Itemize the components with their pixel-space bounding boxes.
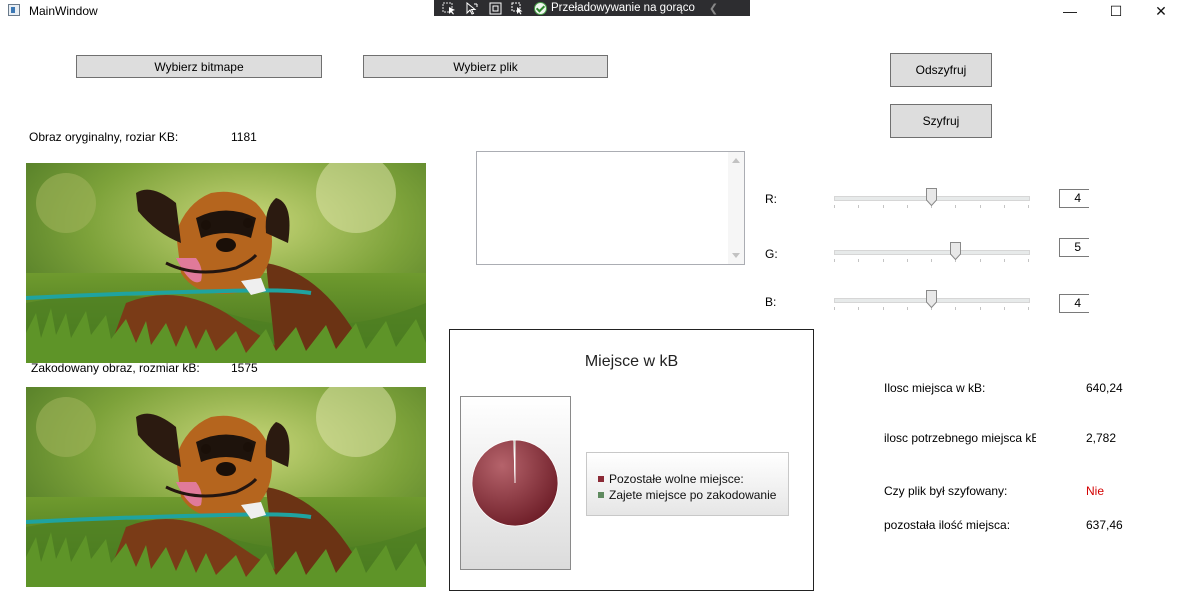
blue-value-box[interactable]: 4 [1059,294,1089,313]
remaining-space-value: 637,46 [1086,518,1123,532]
red-slider-label: R: [765,192,777,206]
chart-title: Miejsce w kB [584,353,679,370]
decrypt-button[interactable]: Odszyfruj [890,53,992,87]
green-slider-thumb[interactable] [950,242,962,260]
encoded-image [26,387,426,587]
legend-swatch-free [598,476,604,482]
encrypted-value: Nie [1086,484,1105,498]
encrypt-button[interactable]: Szyfruj [890,104,992,138]
choose-file-button[interactable]: Wybierz plik [363,55,608,78]
hot-reload-status-icon [534,1,547,15]
green-value-box[interactable]: 5 [1059,238,1089,257]
close-button[interactable]: ✕ [1138,0,1183,22]
encrypted-label: Czy plik był szyfowany: [884,484,1008,498]
red-slider[interactable] [834,188,1034,211]
legend-label-free: Pozostałe wolne miejsce: [609,472,744,486]
select-element-icon[interactable] [441,1,457,15]
green-slider-label: G: [765,247,778,261]
collapse-toolbar-icon[interactable]: ❮ [709,2,718,15]
pointer-icon[interactable] [464,1,480,15]
hot-reload-label: Przeładowywanie na gorąco [551,2,695,14]
pie-chart [471,439,559,527]
remaining-space-label: pozostała ilość miejsca: [884,518,1011,532]
display-layout-icon[interactable] [487,1,503,15]
green-slider[interactable] [834,242,1034,265]
window-title: MainWindow [29,4,98,18]
blue-slider-thumb[interactable] [926,290,937,308]
chart-legend: Pozostałe wolne miejsce: Zajete miejsce … [586,452,789,516]
legend-item-used: Zajete miejsce po zakodowanie [598,488,776,502]
legend-item-free: Pozostałe wolne miejsce: [598,472,744,486]
red-slider-thumb[interactable] [926,188,937,206]
message-textarea[interactable] [476,151,745,265]
needed-space-label: ilosc potrzebnego miejsca kE [884,431,1036,445]
legend-label-used: Zajete miejsce po zakodowanie [609,488,777,502]
original-image [26,163,426,363]
encoded-image-size: 1575 [231,361,258,375]
minimize-button[interactable]: — [1047,0,1093,22]
red-value-box[interactable]: 4 [1059,189,1089,208]
blue-slider[interactable] [834,290,1034,313]
legend-swatch-used [598,492,604,498]
choose-bitmap-button[interactable]: Wybierz bitmape [76,55,322,78]
app-icon [8,4,20,16]
textarea-scrollbar[interactable] [728,152,744,264]
space-label: Ilosc miejsca w kB: [884,381,986,395]
track-focus-icon[interactable] [510,1,526,15]
scroll-down-icon[interactable] [732,253,740,258]
blue-slider-label: B: [765,295,777,309]
message-text [477,152,744,156]
needed-space-value: 2,782 [1086,431,1117,445]
pie-plot-area [460,396,571,570]
maximize-button[interactable]: ☐ [1093,0,1139,22]
space-value: 640,24 [1086,381,1123,395]
encoded-image-label: Zakodowany obraz, rozmiar kB: [31,361,200,375]
scroll-up-icon[interactable] [732,158,740,163]
debug-toolbar: Przeładowywanie na gorąco ❮ [434,0,750,16]
original-image-size: 1181 [231,130,257,144]
space-chart: Miejsce w kB Pozostałe wolne miejsce: Za… [449,329,814,591]
original-image-label: Obraz oryginalny, roziar KB: [29,130,179,144]
